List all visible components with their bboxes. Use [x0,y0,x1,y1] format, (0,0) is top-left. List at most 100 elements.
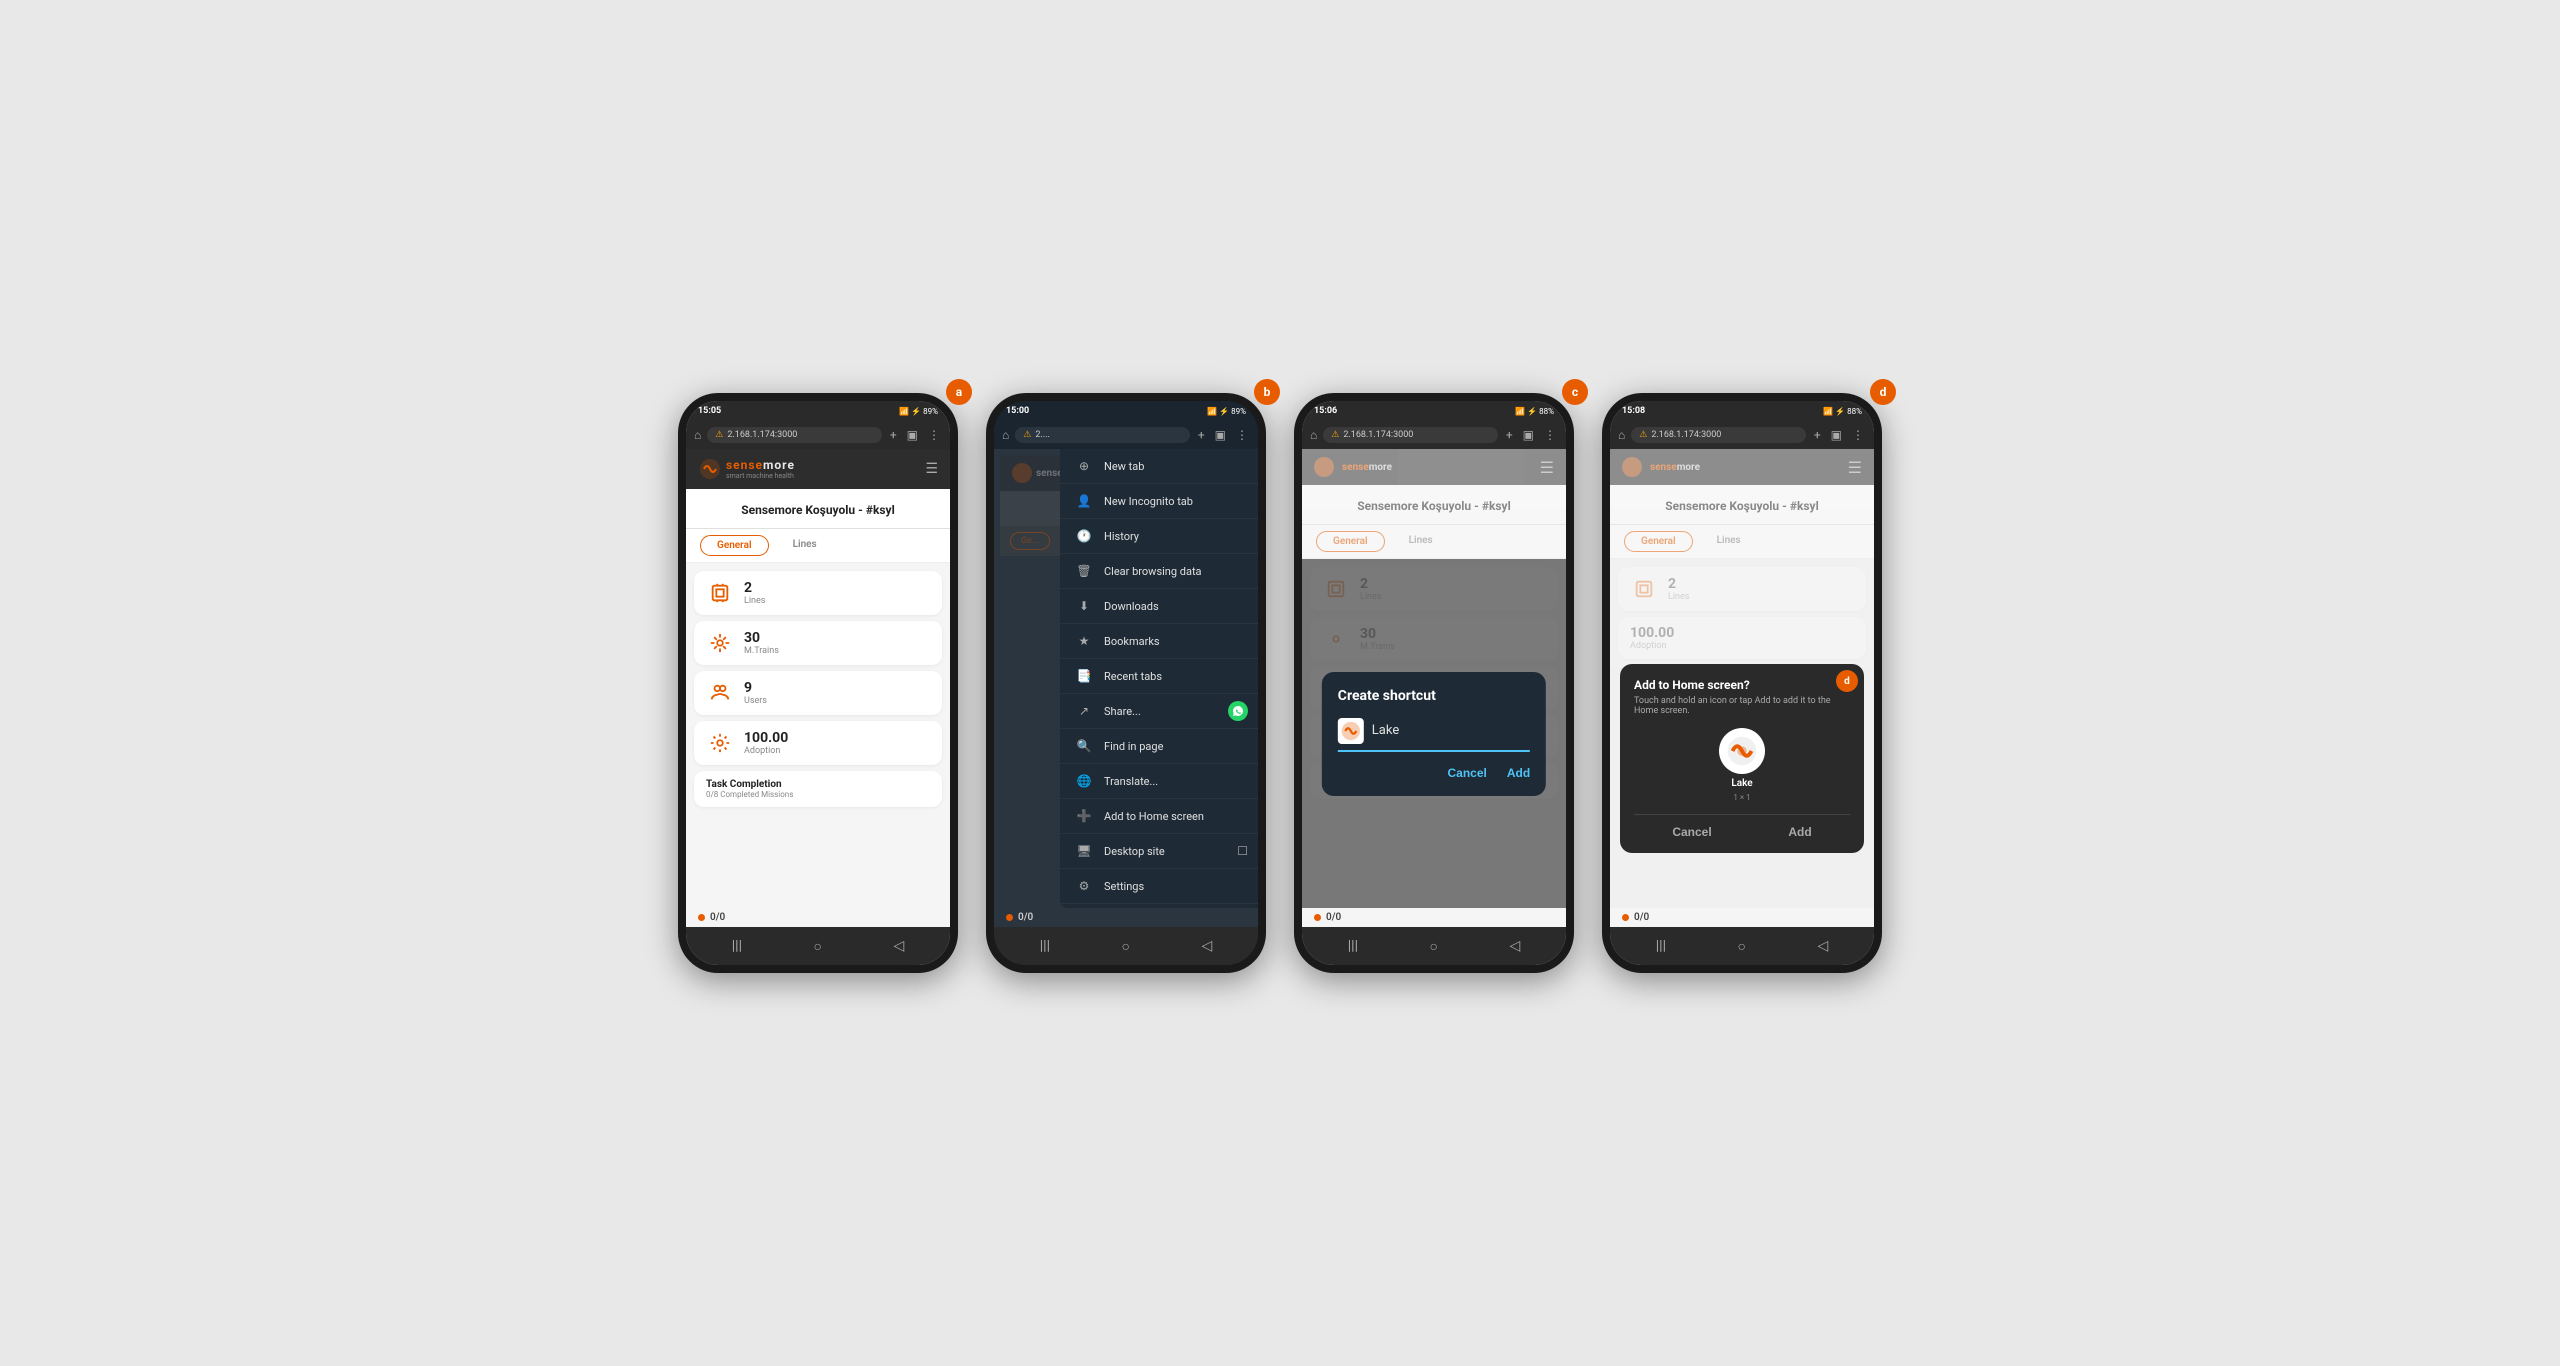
step-label-a: a [946,379,972,405]
recent-btn-c[interactable]: ◁ [1509,938,1520,954]
browser-bar-a[interactable]: ⌂ ⚠ 2.168.1.174:3000 + ▣ ⋮ [686,421,950,449]
counter-text-a: 0/0 [710,912,725,923]
menu-recent-tabs[interactable]: 📑 Recent tabs [1060,659,1258,694]
address-bar-a[interactable]: ⚠ 2.168.1.174:3000 [707,427,882,443]
tab-general-d[interactable]: General [1624,531,1693,552]
browser-bar-d[interactable]: ⌂ ⚠ 2.168.1.174:3000 + ▣ ⋮ [1610,421,1874,449]
browser-bar-c[interactable]: ⌂ ⚠ 2.168.1.174:3000 + ▣ ⋮ [1302,421,1566,449]
home-nav-icon-c[interactable]: ⌂ [1310,428,1317,442]
tabs-btn-d[interactable]: ▣ [1829,426,1844,444]
home-nav-icon-d[interactable]: ⌂ [1618,428,1625,442]
menu-find-label: Find in page [1104,740,1163,753]
stat-info-lines-a: 2 Lines [744,580,765,606]
new-tab-btn-c[interactable]: + [1504,426,1515,444]
tab-lines-d[interactable]: Lines [1701,531,1757,552]
app-logo-c: sensemore [1314,457,1392,477]
home-cancel-btn[interactable]: Cancel [1672,825,1711,839]
tab-general-c[interactable]: General [1316,531,1385,552]
browser-bar-b[interactable]: ⌂ ⚠ 2.... + ▣ ⋮ [994,421,1258,449]
back-btn-b[interactable]: ||| [1040,938,1050,954]
menu-settings-label: Settings [1104,880,1144,893]
tab-lines-a[interactable]: Lines [777,535,833,556]
new-tab-btn-a[interactable]: + [888,426,899,444]
stat-value-users-a: 9 [744,680,767,696]
address-bar-b[interactable]: ⚠ 2.... [1015,427,1190,443]
tabs-btn-a[interactable]: ▣ [905,426,920,444]
menu-share[interactable]: ↗ Share... [1060,694,1258,729]
app-header-c: sensemore ☰ [1302,449,1566,485]
phone-b-screen: 15:00 📶 ⚡ 89% ⌂ ⚠ 2.... + ▣ ⋮ [994,401,1258,965]
phone-a: a 15:05 📶 ⚡ 89% ⌂ ⚠ 2.168.1.174:3000 + ▣… [678,393,958,973]
stat-value-trains-a: 30 [744,630,779,646]
menu-help[interactable]: ? Help & feedback [1060,904,1258,908]
phone-b: b 15:00 📶 ⚡ 89% ⌂ ⚠ 2.... + ▣ ⋮ [986,393,1266,973]
menu-bookmarks[interactable]: ★ Bookmarks [1060,624,1258,659]
menu-find-in-page[interactable]: 🔍 Find in page [1060,729,1258,764]
tabs-btn-c[interactable]: ▣ [1521,426,1536,444]
status-bar-a: 15:05 📶 ⚡ 89% [686,401,950,421]
phone-a-screen: 15:05 📶 ⚡ 89% ⌂ ⚠ 2.168.1.174:3000 + ▣ ⋮ [686,401,950,965]
red-dot-a [698,914,705,921]
bottom-counter-b: 0/0 [994,908,1258,927]
home-btn-a[interactable]: ○ [813,938,821,955]
tabs-btn-b[interactable]: ▣ [1213,426,1228,444]
stat-card-adoption-a: 100.00 Adoption [694,721,942,765]
menu-settings[interactable]: ⚙ Settings [1060,869,1258,904]
new-tab-btn-b[interactable]: + [1196,426,1207,444]
more-btn-c[interactable]: ⋮ [1542,426,1558,444]
dialog-input-value-c[interactable]: Lake [1372,723,1530,738]
menu-clear-browsing[interactable]: 🗑 Clear browsing data [1060,554,1258,589]
stat-info-trains-a: 30 M.Trains [744,630,779,656]
tabs-bar-c: General Lines [1302,525,1566,559]
stat-card-trains-a: 30 M.Trains [694,621,942,665]
more-btn-a[interactable]: ⋮ [926,426,942,444]
create-shortcut-dialog: Create shortcut Lake Cancel Add [1322,672,1546,796]
menu-translate[interactable]: 🌐 Translate... [1060,764,1258,799]
more-btn-b[interactable]: ⋮ [1234,426,1250,444]
menu-downloads[interactable]: ⬇ Downloads [1060,589,1258,624]
dialog-title-c: Create shortcut [1338,688,1530,704]
menu-history[interactable]: 🕐 History [1060,519,1258,554]
home-nav-icon-b[interactable]: ⌂ [1002,428,1009,442]
recent-btn-b[interactable]: ◁ [1201,938,1212,954]
tab-lines-c[interactable]: Lines [1393,531,1449,552]
menu-desktop-site[interactable]: 🖥 Desktop site ☐ [1060,834,1258,869]
menu-new-tab[interactable]: ⊕ New tab [1060,449,1258,484]
stat-label-users-a: Users [744,696,767,706]
new-tab-btn-d[interactable]: + [1812,426,1823,444]
home-add-btn[interactable]: Add [1788,825,1811,839]
page-title-d: Sensemore Koşuyolu - #ksyl [1665,499,1819,513]
lock-icon-a: ⚠ [715,430,723,440]
recent-btn-a[interactable]: ◁ [893,938,904,954]
stat-label-adoption-a: Adoption [744,746,788,756]
more-btn-d[interactable]: ⋮ [1850,426,1866,444]
back-btn-c[interactable]: ||| [1348,938,1358,954]
address-text-a: 2.168.1.174:3000 [727,430,874,440]
recent-btn-d[interactable]: ◁ [1817,938,1828,954]
recent-tabs-icon: 📑 [1076,669,1092,683]
stat-card-users-a: 9 Users [694,671,942,715]
dialog-favicon-c [1338,718,1364,744]
home-btn-d[interactable]: ○ [1737,938,1745,955]
home-btn-b[interactable]: ○ [1121,938,1129,955]
address-bar-c[interactable]: ⚠ 2.168.1.174:3000 [1323,427,1498,443]
menu-add-home[interactable]: ➕ Add to Home screen [1060,799,1258,834]
home-btn-c[interactable]: ○ [1429,938,1437,955]
menu-recent-tabs-label: Recent tabs [1104,670,1162,683]
dialog-add-btn-c[interactable]: Add [1507,766,1530,780]
red-dot-b [1006,914,1013,921]
counter-text-c: 0/0 [1326,912,1341,923]
stat-value-lines-a: 2 [744,580,765,596]
back-btn-a[interactable]: ||| [732,938,742,954]
back-btn-d[interactable]: ||| [1656,938,1666,954]
menu-incognito[interactable]: 👤 New Incognito tab [1060,484,1258,519]
tab-general-a[interactable]: General [700,535,769,556]
hamburger-icon-a[interactable]: ☰ [925,461,938,477]
home-nav-icon-a[interactable]: ⌂ [694,428,701,442]
address-bar-d[interactable]: ⚠ 2.168.1.174:3000 [1631,427,1806,443]
counter-text-d: 0/0 [1634,912,1649,923]
tabs-bar-d: General Lines [1610,525,1874,559]
lock-icon-d: ⚠ [1639,430,1647,440]
dialog-cancel-btn-c[interactable]: Cancel [1448,766,1487,780]
menu-share-label: Share... [1104,705,1141,718]
